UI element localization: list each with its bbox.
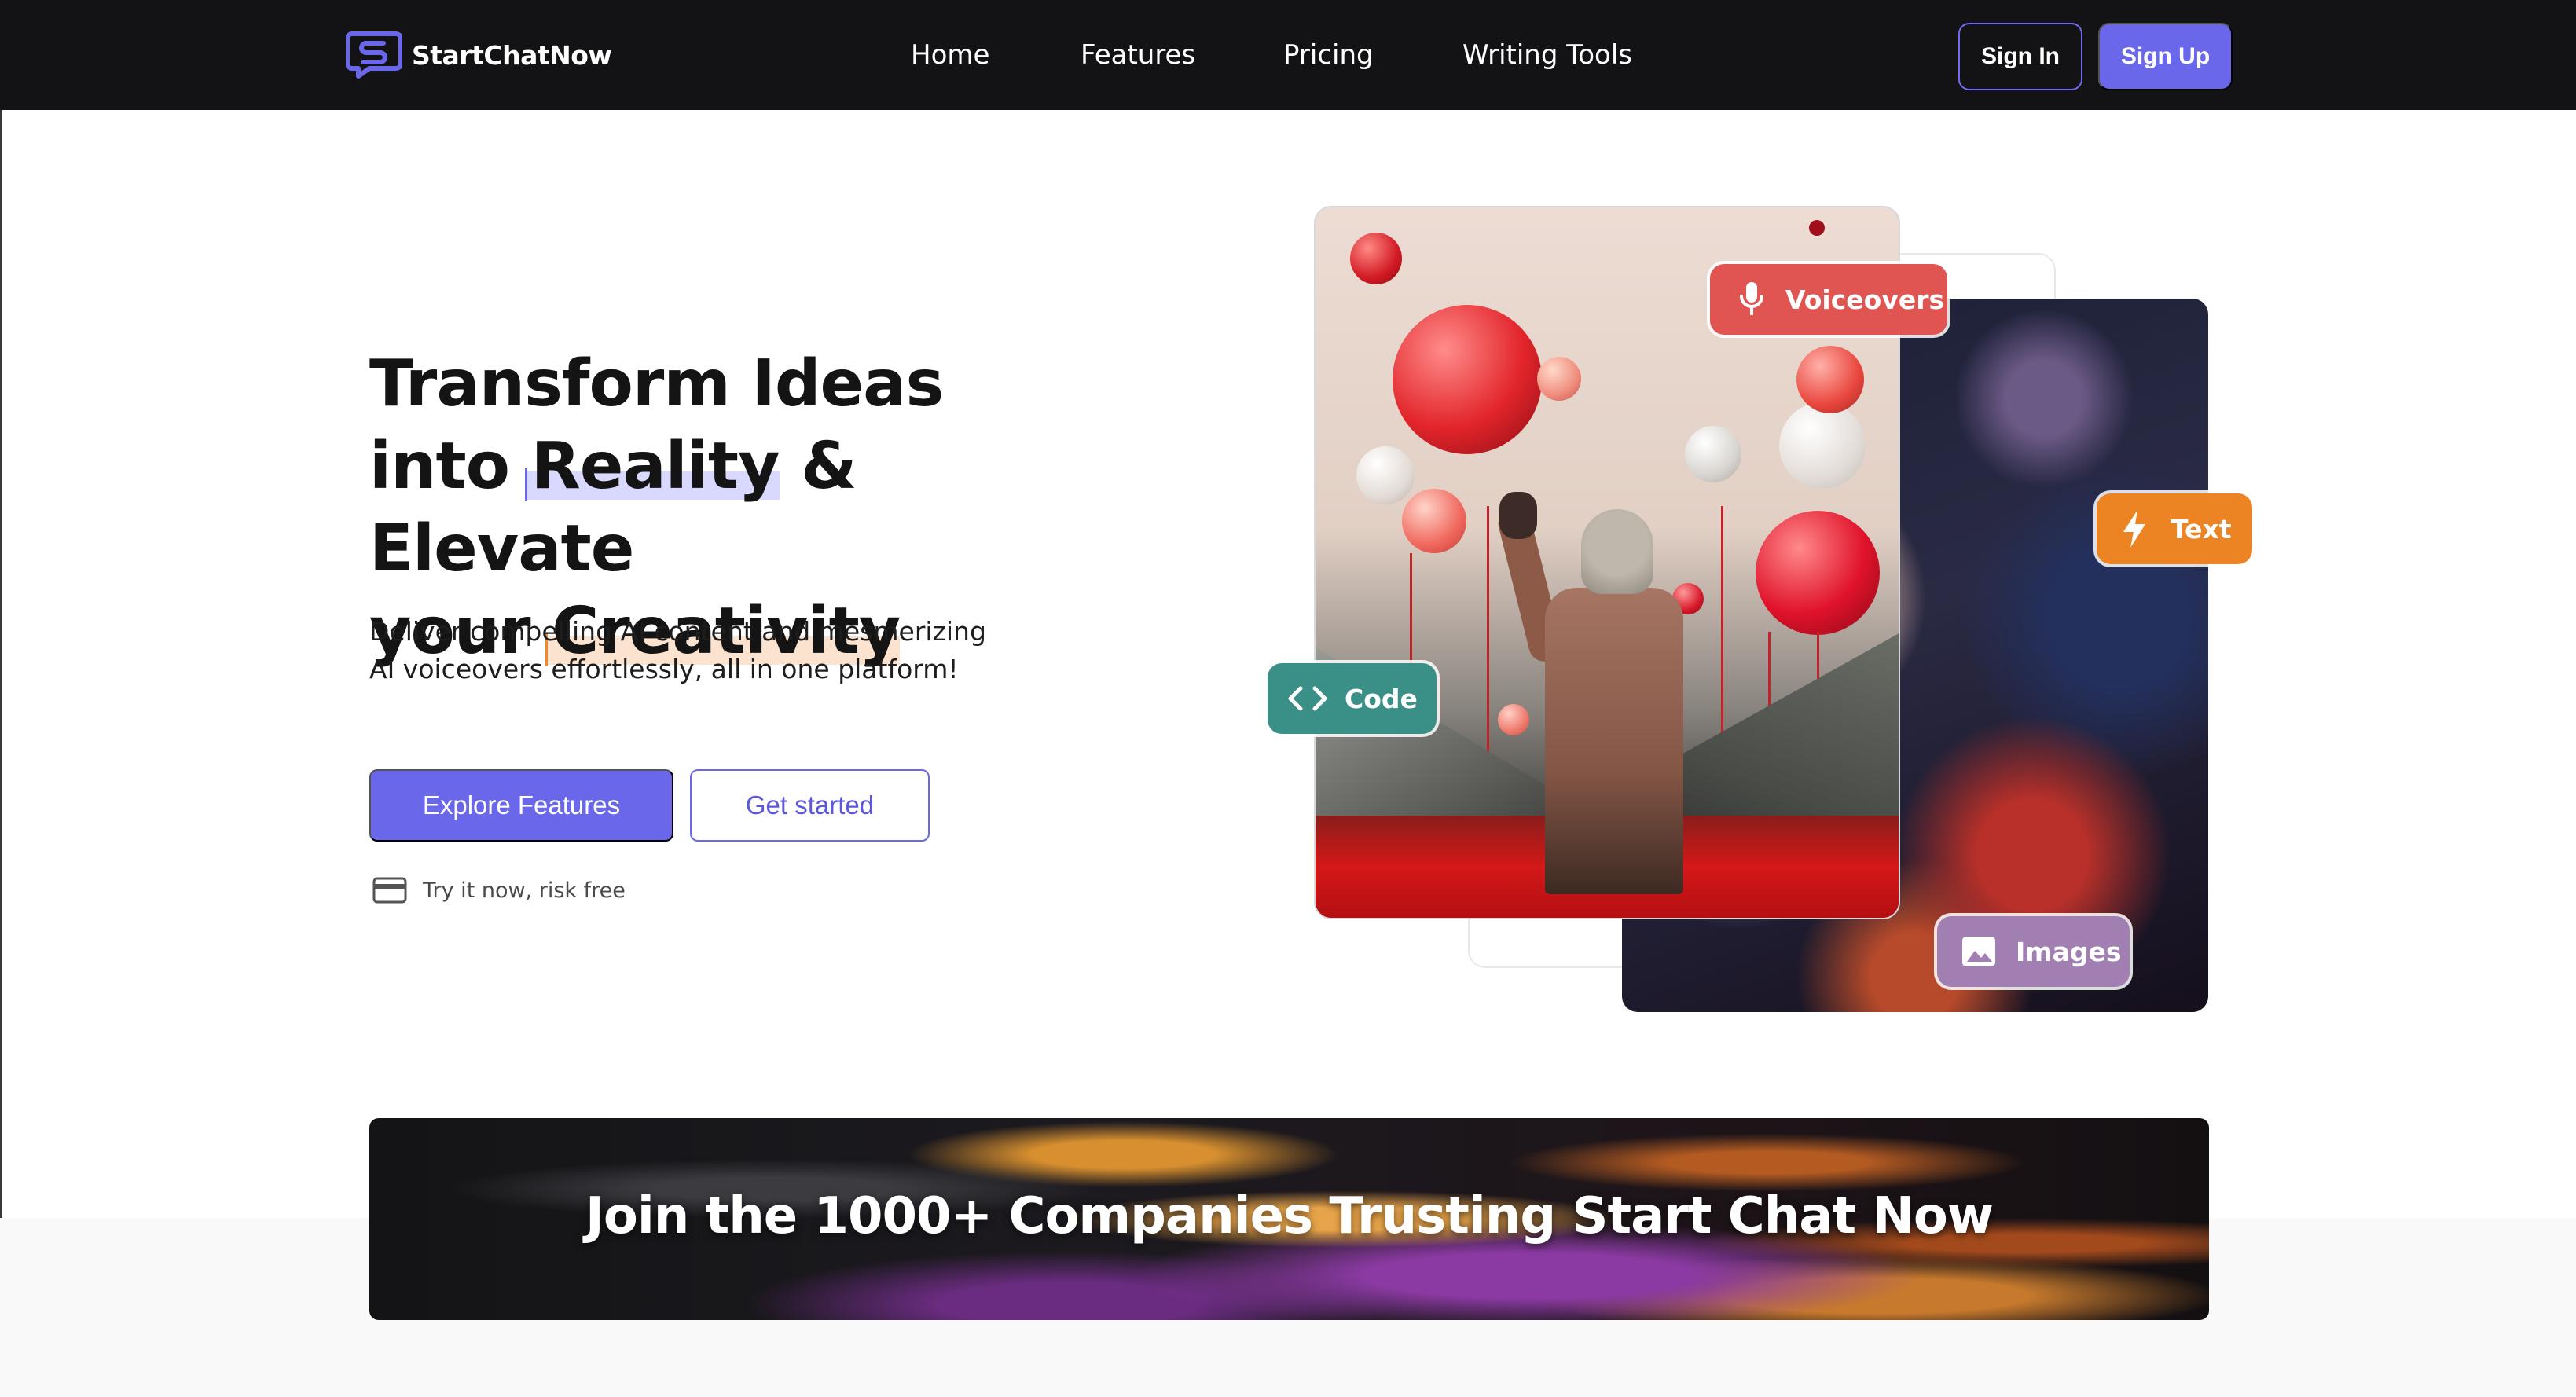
nav-home[interactable]: Home [911, 36, 989, 74]
sphere [1796, 346, 1864, 413]
lightning-icon [2123, 510, 2145, 548]
image-icon [1962, 937, 1995, 966]
nav-features[interactable]: Features [1081, 36, 1195, 74]
paint-drip [1721, 506, 1723, 765]
voiceovers-badge: Voiceovers [1710, 264, 1947, 335]
sphere [1350, 233, 1402, 284]
sphere [1779, 402, 1866, 489]
voiceovers-label: Voiceovers [1785, 284, 1945, 315]
nav-writing-tools[interactable]: Writing Tools [1462, 36, 1632, 74]
hero-subtitle-line1: Deliver compelling AI content and mesmer… [369, 616, 986, 647]
brand-name: StartChatNow [412, 39, 612, 71]
sign-up-button[interactable]: Sign Up [2098, 23, 2233, 90]
credit-card-icon [372, 877, 407, 904]
risk-free-text: Try it now, risk free [423, 878, 626, 903]
paint-drip [1487, 506, 1489, 757]
code-brackets-icon [1288, 686, 1327, 711]
sphere [1685, 426, 1741, 482]
risk-free-note: Try it now, risk free [372, 877, 626, 904]
sphere [1809, 220, 1825, 236]
page-edge [0, 110, 2, 1397]
microphone-icon [1740, 282, 1763, 315]
brand-logo[interactable]: StartChatNow [345, 28, 612, 82]
trust-banner-title: Join the 1000+ Companies Trusting Start … [585, 1187, 1994, 1245]
hero-subtitle-line2: AI voiceovers effortlessly, all in one p… [369, 654, 959, 684]
nav-pricing[interactable]: Pricing [1283, 36, 1374, 74]
top-navbar: StartChatNow Home Features Pricing Writi… [0, 0, 2576, 110]
figure-head [1581, 509, 1653, 594]
sphere [1393, 305, 1542, 454]
sphere [1537, 357, 1581, 401]
figure-hand [1499, 492, 1537, 539]
sign-in-button[interactable]: Sign In [1958, 23, 2082, 90]
hero-highlight-reality: Reality [524, 425, 780, 508]
sphere [1498, 704, 1529, 735]
code-label: Code [1345, 683, 1418, 714]
code-badge: Code [1268, 663, 1437, 734]
images-badge: Images [1937, 916, 2130, 987]
hero-subtitle: Deliver compelling AI content and mesmer… [369, 613, 1014, 688]
chat-bubble-s-icon [345, 31, 403, 79]
text-label: Text [2171, 513, 2232, 544]
sphere [1402, 489, 1466, 553]
hero-title-line1: Transform Ideas [369, 346, 944, 421]
sphere [1356, 446, 1415, 504]
figure-body [1545, 588, 1683, 894]
hero-title-line2-prefix: into [369, 429, 531, 504]
text-badge: Text [2097, 493, 2252, 564]
sphere [1756, 511, 1880, 635]
trust-banner: Join the 1000+ Companies Trusting Start … [369, 1118, 2209, 1320]
get-started-button[interactable]: Get started [690, 769, 930, 842]
images-label: Images [2016, 936, 2122, 967]
explore-features-button[interactable]: Explore Features [369, 769, 673, 842]
